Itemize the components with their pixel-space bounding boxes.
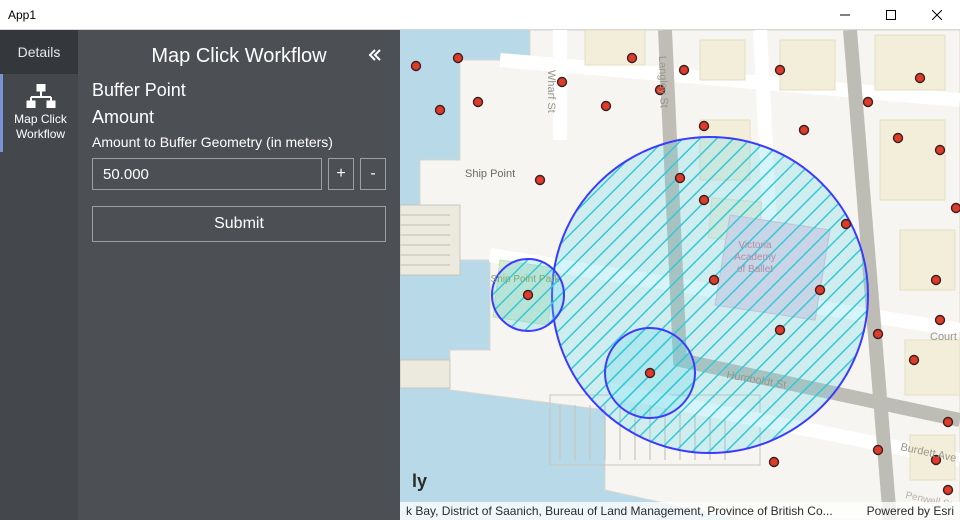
rail-item-label-line2: Workflow bbox=[16, 127, 65, 141]
rail-item-map-click-workflow[interactable]: Map Click Workflow bbox=[0, 74, 78, 152]
map-point[interactable] bbox=[454, 54, 463, 63]
amount-field-label: Amount to Buffer Geometry (in meters) bbox=[92, 134, 386, 150]
app-body: Details Map Click Workflow Map Click Wor… bbox=[0, 30, 960, 520]
rail-tab-label: Details bbox=[18, 44, 61, 60]
section-heading: Buffer Point bbox=[92, 80, 386, 101]
map-point[interactable] bbox=[874, 446, 883, 455]
map-point[interactable] bbox=[816, 286, 825, 295]
map-point[interactable] bbox=[776, 326, 785, 335]
map-point[interactable] bbox=[936, 146, 945, 155]
label-academy-2: Academy bbox=[734, 252, 776, 263]
map-point[interactable] bbox=[842, 220, 851, 229]
side-panel: Map Click Workflow Buffer Point Amount A… bbox=[78, 30, 400, 520]
map-point[interactable] bbox=[944, 418, 953, 427]
chevron-double-left-icon bbox=[368, 48, 382, 62]
map-point[interactable] bbox=[910, 356, 919, 365]
label-langley-st: Langley St bbox=[656, 56, 670, 108]
map-point[interactable] bbox=[936, 316, 945, 325]
map-point[interactable] bbox=[944, 486, 953, 495]
map-point[interactable] bbox=[474, 98, 483, 107]
map-point[interactable] bbox=[412, 62, 421, 71]
map-point[interactable] bbox=[916, 74, 925, 83]
amount-increment-button[interactable]: + bbox=[328, 158, 354, 190]
attribution-left: k Bay, District of Saanich, Bureau of La… bbox=[406, 504, 845, 518]
label-academy-1: Victoria bbox=[738, 240, 772, 251]
minimize-button[interactable] bbox=[822, 0, 868, 29]
plus-label: + bbox=[336, 165, 345, 183]
window-titlebar: App1 bbox=[0, 0, 960, 30]
map-canvas: Ship Point Wharf St Langley St Court Hum… bbox=[400, 30, 960, 520]
label-ship-point: Ship Point bbox=[465, 168, 515, 180]
rail-item-label-line1: Map Click bbox=[14, 112, 67, 126]
label-courtney-st: Court bbox=[930, 331, 957, 343]
map-point[interactable] bbox=[776, 66, 785, 75]
map-point[interactable] bbox=[680, 66, 689, 75]
map-point[interactable] bbox=[558, 78, 567, 87]
window-title: App1 bbox=[8, 8, 36, 22]
map-attribution: k Bay, District of Saanich, Bureau of La… bbox=[400, 502, 960, 520]
map-point[interactable] bbox=[700, 196, 709, 205]
maximize-button[interactable] bbox=[868, 0, 914, 29]
amount-decrement-button[interactable]: - bbox=[360, 158, 386, 190]
amount-input[interactable] bbox=[92, 158, 322, 190]
map-point[interactable] bbox=[436, 106, 445, 115]
map-point[interactable] bbox=[524, 291, 533, 300]
window-controls bbox=[822, 0, 960, 29]
panel-collapse-button[interactable] bbox=[364, 44, 386, 66]
map-point[interactable] bbox=[932, 276, 941, 285]
map-point[interactable] bbox=[536, 176, 545, 185]
subsection-heading: Amount bbox=[92, 107, 386, 128]
map-point[interactable] bbox=[628, 54, 637, 63]
workflow-icon bbox=[26, 84, 56, 108]
close-button[interactable] bbox=[914, 0, 960, 29]
map-point[interactable] bbox=[864, 98, 873, 107]
cut-corner-label: ly bbox=[412, 471, 427, 492]
attribution-right: Powered by Esri bbox=[867, 504, 954, 518]
submit-label: Submit bbox=[214, 215, 264, 233]
map-point[interactable] bbox=[646, 369, 655, 378]
panel-title: Map Click Workflow bbox=[151, 45, 326, 68]
rail-tab-details[interactable]: Details bbox=[0, 30, 78, 74]
minus-label: - bbox=[370, 165, 375, 183]
map-point[interactable] bbox=[676, 174, 685, 183]
label-wharf-st: Wharf St bbox=[545, 70, 557, 113]
submit-button[interactable]: Submit bbox=[92, 206, 386, 242]
map-point[interactable] bbox=[770, 458, 779, 467]
map-point[interactable] bbox=[874, 330, 883, 339]
map-point[interactable] bbox=[952, 204, 960, 213]
panel-header: Map Click Workflow bbox=[92, 40, 386, 72]
map-point[interactable] bbox=[710, 276, 719, 285]
label-ship-point-park: Ship Point Park bbox=[491, 274, 561, 285]
map-viewport[interactable]: Ship Point Wharf St Langley St Court Hum… bbox=[400, 30, 960, 520]
map-point[interactable] bbox=[894, 134, 903, 143]
label-academy-3: of Ballet bbox=[737, 264, 773, 275]
left-rail: Details Map Click Workflow bbox=[0, 30, 78, 520]
map-point[interactable] bbox=[602, 102, 611, 111]
amount-row: + - bbox=[92, 158, 386, 190]
map-point[interactable] bbox=[700, 122, 709, 131]
map-point[interactable] bbox=[800, 126, 809, 135]
